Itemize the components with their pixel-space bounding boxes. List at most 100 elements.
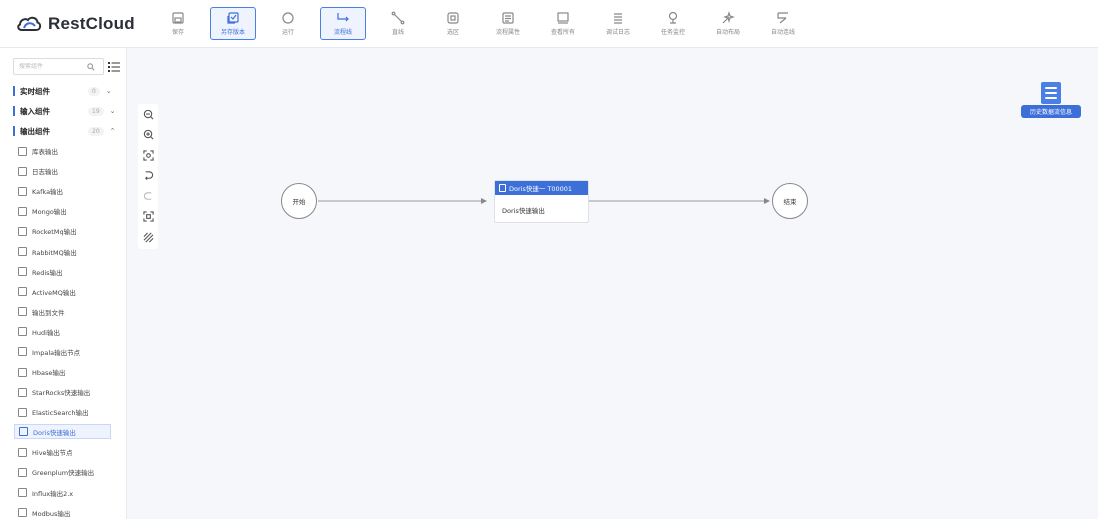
impala-icon <box>18 347 27 357</box>
component-sidebar: 实时组件 0 ⌄ 输入组件 19 ⌄ 输出组件 20 ⌃ 库表输出 日志输出 K… <box>0 48 127 519</box>
component-item[interactable]: ActiveMQ输出 <box>0 282 126 302</box>
zoom-in-button[interactable] <box>138 125 158 146</box>
doris-output-node[interactable]: Doris快速一 T00001 Doris快速输出 <box>494 180 589 223</box>
flow-properties-icon <box>502 12 514 24</box>
component-item[interactable]: Impala输出节点 <box>0 342 126 362</box>
history-dataflow-button[interactable]: 历史数据流信息 <box>1021 82 1081 118</box>
component-label: Doris快速输出 <box>33 428 76 437</box>
selection-label: 选区 <box>446 29 459 36</box>
component-item[interactable]: Hive输出节点 <box>0 442 126 462</box>
group-output[interactable]: 输出组件 20 ⌃ <box>0 121 126 141</box>
chevron-up-icon: ⌃ <box>109 127 116 135</box>
list-view-icon[interactable] <box>108 61 120 73</box>
auto-layout-button[interactable]: 自动布局 <box>705 7 751 40</box>
node-header: Doris快速一 T00001 <box>495 181 588 195</box>
flow-line-button[interactable]: 流程线 <box>320 7 366 40</box>
save-button[interactable]: 保存 <box>155 7 201 40</box>
component-item[interactable]: 输出到文件 <box>0 302 126 322</box>
group-name: 输入组件 <box>20 106 50 116</box>
actual-size-icon <box>142 211 154 222</box>
run-label: 运行 <box>281 29 294 36</box>
group-input[interactable]: 输入组件 19 ⌄ <box>0 101 126 121</box>
start-label: 开始 <box>292 198 306 206</box>
history-dataflow-label: 历史数据流信息 <box>1021 105 1081 118</box>
search-icon[interactable] <box>87 62 95 71</box>
component-item[interactable]: Modbus输出 <box>0 503 126 519</box>
component-item-selected[interactable]: Doris快速输出 <box>14 424 111 440</box>
component-item[interactable]: Hudi输出 <box>0 322 126 342</box>
search-input[interactable] <box>19 63 87 70</box>
rocketmq-icon <box>18 226 27 236</box>
run-button[interactable]: 运行 <box>265 7 311 40</box>
component-label: RocketMq输出 <box>32 228 77 237</box>
zoom-out-button[interactable] <box>138 104 158 125</box>
flow-properties-label: 流程属性 <box>495 29 520 36</box>
app-name: RestCloud <box>48 13 135 33</box>
component-item[interactable]: RocketMq输出 <box>0 221 126 241</box>
elasticsearch-icon <box>18 407 27 417</box>
component-label: 日志输出 <box>32 168 58 177</box>
component-item[interactable]: StarRocks快速输出 <box>0 382 126 402</box>
component-label: Greenplum快速输出 <box>32 469 95 478</box>
history-data-icon <box>1041 82 1061 104</box>
component-item[interactable]: 库表输出 <box>0 141 126 161</box>
group-marker <box>13 126 15 136</box>
flow-canvas[interactable] <box>128 48 1098 519</box>
component-item[interactable]: 日志输出 <box>0 161 126 181</box>
component-item[interactable]: Greenplum快速输出 <box>0 462 126 482</box>
group-count: 19 <box>88 106 104 116</box>
save-version-label: 另存版本 <box>220 29 245 36</box>
component-item[interactable]: ElasticSearch输出 <box>0 402 126 422</box>
auto-connect-button[interactable]: 自动连线 <box>760 7 806 40</box>
kafka-icon <box>18 186 27 196</box>
log-output-icon <box>18 166 27 176</box>
save-version-icon <box>227 12 239 24</box>
straight-line-icon <box>391 11 405 25</box>
save-label: 保存 <box>171 29 184 36</box>
selection-icon <box>447 12 459 24</box>
component-label: Redis输出 <box>32 268 63 277</box>
auto-connect-icon <box>777 12 788 24</box>
component-label: Influx输出2.x <box>32 489 74 498</box>
component-label: 输出到文件 <box>32 308 65 317</box>
fit-view-button[interactable] <box>138 145 158 166</box>
task-monitor-icon <box>668 11 678 24</box>
group-count: 20 <box>88 126 104 136</box>
redis-icon <box>18 267 27 277</box>
component-item[interactable]: Hbase输出 <box>0 362 126 382</box>
group-realtime[interactable]: 实时组件 0 ⌄ <box>0 81 126 101</box>
undo-button[interactable] <box>138 166 158 187</box>
flow-properties-button[interactable]: 流程属性 <box>485 7 531 40</box>
component-label: ActiveMQ输出 <box>32 288 76 297</box>
debug-log-label: 调试日志 <box>605 29 630 36</box>
selection-button[interactable]: 选区 <box>430 7 476 40</box>
fit-view-icon <box>142 150 154 161</box>
end-label: 结束 <box>783 198 797 206</box>
component-label: Mongo输出 <box>32 208 67 217</box>
component-item[interactable]: RabbitMQ输出 <box>0 241 126 261</box>
straight-line-button[interactable]: 直线 <box>375 7 421 40</box>
start-node[interactable]: 开始 <box>281 183 317 219</box>
flow-line-label: 流程线 <box>333 29 352 36</box>
canvas-tools <box>138 104 158 249</box>
straight-line-label: 直线 <box>391 29 404 36</box>
auto-layout-label: 自动布局 <box>715 29 740 36</box>
redo-button[interactable] <box>138 186 158 207</box>
hatch-icon <box>143 232 153 243</box>
end-node[interactable]: 结束 <box>772 183 808 219</box>
debug-log-button[interactable]: 调试日志 <box>595 7 641 40</box>
component-item[interactable]: Redis输出 <box>0 262 126 282</box>
component-item[interactable]: Influx输出2.x <box>0 483 126 503</box>
actual-size-button[interactable] <box>138 207 158 228</box>
component-item[interactable]: Mongo输出 <box>0 201 126 221</box>
task-monitor-button[interactable]: 任务监控 <box>650 7 696 40</box>
save-version-button[interactable]: 另存版本 <box>210 7 256 40</box>
debug-log-icon <box>614 13 622 24</box>
flow-line-icon <box>337 13 349 22</box>
component-label: 库表输出 <box>32 148 58 157</box>
grid-toggle-button[interactable] <box>138 227 158 248</box>
doris-icon <box>19 427 28 437</box>
component-item[interactable]: Kafka输出 <box>0 181 126 201</box>
redo-icon <box>143 192 151 200</box>
view-all-button[interactable]: 查看所有 <box>540 7 586 40</box>
